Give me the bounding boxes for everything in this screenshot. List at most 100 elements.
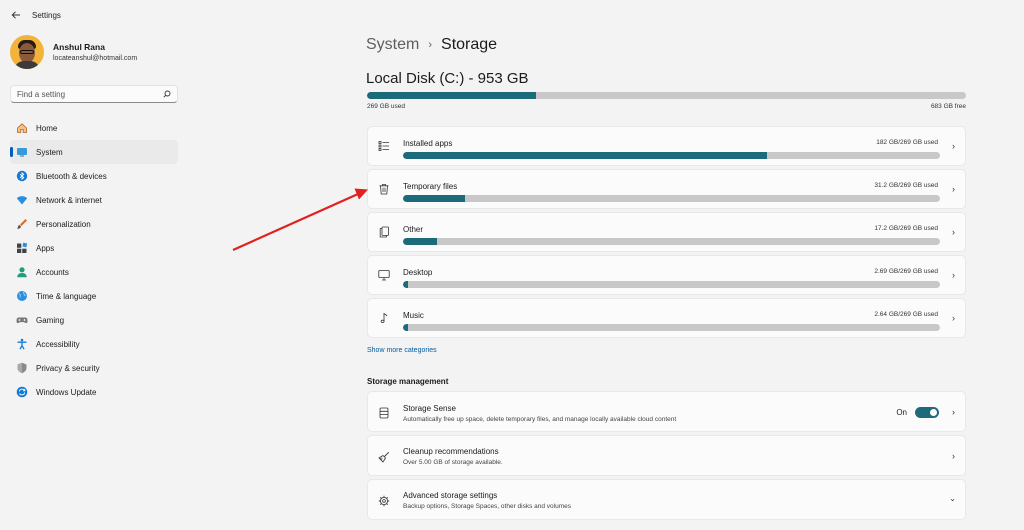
category-other[interactable]: Other 17.2 GB/269 GB used › bbox=[367, 212, 966, 252]
back-button[interactable] bbox=[6, 5, 26, 25]
sidebar-item-gaming[interactable]: Gaming bbox=[10, 308, 178, 332]
drive-icon bbox=[377, 406, 391, 420]
storage-sense-toggle[interactable] bbox=[915, 407, 939, 418]
category-label: Desktop bbox=[403, 268, 433, 277]
category-usage-bar bbox=[403, 324, 940, 331]
toggle-state-label: On bbox=[896, 408, 907, 417]
disk-usage-fill bbox=[367, 92, 536, 99]
disk-used-label: 269 GB used bbox=[367, 103, 405, 110]
search-box[interactable] bbox=[10, 85, 178, 103]
category-usage-bar bbox=[403, 281, 940, 288]
system-icon bbox=[16, 146, 28, 158]
storage-sense-toggle-group: On bbox=[896, 407, 939, 418]
bluetooth-icon bbox=[16, 170, 28, 182]
trash-icon bbox=[377, 182, 391, 196]
sidebar-item-apps[interactable]: Apps bbox=[10, 236, 178, 260]
back-arrow-icon bbox=[11, 11, 20, 19]
title-bar: Settings bbox=[0, 0, 1024, 30]
profile-name: Anshul Rana bbox=[53, 42, 105, 52]
accessibility-icon bbox=[16, 338, 28, 350]
controller-icon bbox=[16, 314, 28, 326]
profile-email: locateanshul@hotmail.com bbox=[53, 55, 138, 62]
category-label: Installed apps bbox=[403, 139, 453, 148]
category-usage-bar bbox=[403, 238, 940, 245]
category-size: 31.2 GB/269 GB used bbox=[874, 182, 938, 189]
advanced-title: Advanced storage settings bbox=[403, 491, 498, 500]
list-icon bbox=[377, 139, 391, 153]
category-temporary-files[interactable]: Temporary files 31.2 GB/269 GB used › bbox=[367, 169, 966, 209]
disk-title: Local Disk (C:) - 953 GB bbox=[366, 70, 529, 87]
chevron-right-icon: › bbox=[952, 141, 955, 151]
disk-usage-bar bbox=[367, 92, 966, 99]
sidebar-nav: Home System Bluetooth & devices Network … bbox=[10, 116, 178, 404]
category-size: 17.2 GB/269 GB used bbox=[874, 225, 938, 232]
cleanup-recommendations-card[interactable]: Cleanup recommendations Over 5.00 GB of … bbox=[367, 435, 966, 476]
storage-sense-desc: Automatically free up space, delete temp… bbox=[403, 416, 677, 423]
breadcrumb-parent-link[interactable]: System bbox=[366, 36, 419, 54]
category-usage-bar bbox=[403, 152, 940, 159]
category-usage-fill bbox=[403, 324, 409, 331]
category-usage-fill bbox=[403, 152, 767, 159]
category-label: Other bbox=[403, 225, 424, 234]
apps-icon bbox=[16, 242, 28, 254]
user-profile[interactable]: Anshul Rana locateanshul@hotmail.com bbox=[10, 35, 137, 69]
monitor-icon bbox=[377, 268, 391, 282]
page-title: Storage bbox=[441, 36, 498, 53]
broom-icon bbox=[377, 450, 391, 464]
sidebar-item-personalization[interactable]: Personalization bbox=[10, 212, 178, 236]
chevron-right-icon: › bbox=[952, 313, 955, 323]
category-size: 2.69 GB/269 GB used bbox=[874, 268, 938, 275]
brush-icon bbox=[16, 218, 28, 230]
cleanup-desc: Over 5.00 GB of storage available. bbox=[403, 459, 503, 466]
chevron-right-icon: › bbox=[952, 407, 955, 417]
sidebar-item-system[interactable]: System bbox=[10, 140, 178, 164]
category-music[interactable]: Music 2.64 GB/269 GB used › bbox=[367, 298, 966, 338]
chevron-right-icon: › bbox=[952, 227, 955, 237]
advanced-desc: Backup options, Storage Spaces, other di… bbox=[403, 503, 572, 510]
sidebar-item-time-language[interactable]: Time & language bbox=[10, 284, 178, 308]
cleanup-title: Cleanup recommendations bbox=[403, 447, 499, 456]
gear-icon bbox=[377, 494, 391, 508]
sidebar-item-windows-update[interactable]: Windows Update bbox=[10, 380, 178, 404]
category-installed-apps[interactable]: Installed apps 182 GB/269 GB used › bbox=[367, 126, 966, 166]
home-icon bbox=[16, 122, 28, 134]
music-icon bbox=[377, 311, 391, 325]
show-more-categories-link[interactable]: Show more categories bbox=[367, 347, 437, 354]
breadcrumb: System › Storage bbox=[366, 36, 497, 54]
chevron-down-icon: ⌄ bbox=[949, 494, 956, 503]
storage-management-heading: Storage management bbox=[367, 377, 449, 386]
shield-icon bbox=[16, 362, 28, 374]
accounts-icon bbox=[16, 266, 28, 278]
search-input[interactable] bbox=[17, 89, 163, 99]
sidebar-item-accounts[interactable]: Accounts bbox=[10, 260, 178, 284]
category-label: Temporary files bbox=[403, 182, 458, 191]
sidebar-item-home[interactable]: Home bbox=[10, 116, 178, 140]
wifi-icon bbox=[16, 194, 28, 206]
sidebar-item-privacy[interactable]: Privacy & security bbox=[10, 356, 178, 380]
sidebar-item-bluetooth[interactable]: Bluetooth & devices bbox=[10, 164, 178, 188]
chevron-right-icon: › bbox=[952, 451, 955, 461]
avatar bbox=[10, 35, 44, 69]
sidebar-item-network[interactable]: Network & internet bbox=[10, 188, 178, 212]
documents-icon bbox=[377, 225, 391, 239]
category-usage-bar bbox=[403, 195, 940, 202]
update-icon bbox=[16, 386, 28, 398]
globe-icon bbox=[16, 290, 28, 302]
chevron-right-icon: › bbox=[952, 270, 955, 280]
category-usage-fill bbox=[403, 195, 466, 202]
category-desktop[interactable]: Desktop 2.69 GB/269 GB used › bbox=[367, 255, 966, 295]
breadcrumb-separator: › bbox=[428, 39, 433, 51]
storage-sense-title: Storage Sense bbox=[403, 404, 456, 413]
category-usage-fill bbox=[403, 238, 438, 245]
category-size: 2.64 GB/269 GB used bbox=[874, 311, 938, 318]
app-title: Settings bbox=[32, 10, 61, 20]
category-label: Music bbox=[403, 311, 424, 320]
storage-sense-card[interactable]: Storage Sense Automatically free up spac… bbox=[367, 391, 966, 432]
sidebar-item-accessibility[interactable]: Accessibility bbox=[10, 332, 178, 356]
advanced-storage-settings-card[interactable]: Advanced storage settings Backup options… bbox=[367, 479, 966, 520]
chevron-right-icon: › bbox=[952, 184, 955, 194]
category-size: 182 GB/269 GB used bbox=[876, 139, 938, 146]
search-icon[interactable] bbox=[163, 90, 171, 98]
category-usage-fill bbox=[403, 281, 409, 288]
disk-free-label: 683 GB free bbox=[930, 103, 966, 110]
